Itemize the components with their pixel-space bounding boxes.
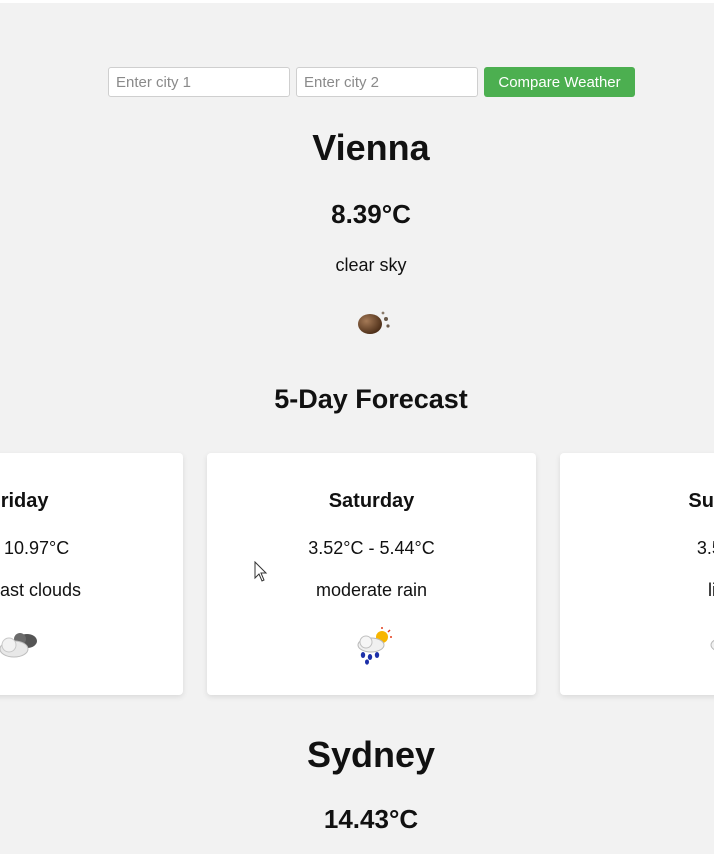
current-temperature: 8.39°C (331, 199, 411, 229)
forecast-description: overcast clouds (0, 580, 82, 600)
forecast-temp-range: °C - 10.97°C (0, 538, 70, 558)
city-2-input[interactable] (296, 67, 478, 97)
light-rain-icon (710, 639, 714, 651)
forecast-day: Saturday (328, 490, 415, 512)
forecast-card: Friday °C - 10.97°C overcast clouds (0, 453, 183, 695)
current-city-name: Vienna (312, 127, 430, 168)
current-description: clear sky (335, 255, 407, 275)
forecast-temp-range: 3.52°C - 5.44°C (308, 538, 435, 558)
compare-form: Compare Weather (108, 67, 635, 97)
forecast-temp-range: 3.54°C (696, 538, 714, 558)
city-1-input[interactable] (108, 67, 290, 97)
moderate-rain-icon (357, 627, 392, 665)
second-temperature: 14.43°C (323, 804, 419, 834)
forecast-day: Sunday (688, 490, 714, 512)
forecast-title: 5-Day Forecast (274, 384, 468, 414)
forecast-description: light (707, 580, 714, 600)
second-city-name: Sydney (306, 734, 436, 775)
forecast-description: moderate rain (315, 580, 428, 600)
overcast-clouds-icon (0, 633, 37, 658)
compare-weather-button[interactable]: Compare Weather (484, 67, 635, 97)
forecast-day: Friday (0, 490, 49, 512)
weather-compare-page: Compare Weather Vienna 8.39°C clear sky … (0, 0, 714, 854)
clear-night-icon (358, 311, 390, 334)
mouse-cursor-icon (254, 561, 268, 582)
forecast-card: Sunday 3.54°C light (560, 453, 714, 695)
